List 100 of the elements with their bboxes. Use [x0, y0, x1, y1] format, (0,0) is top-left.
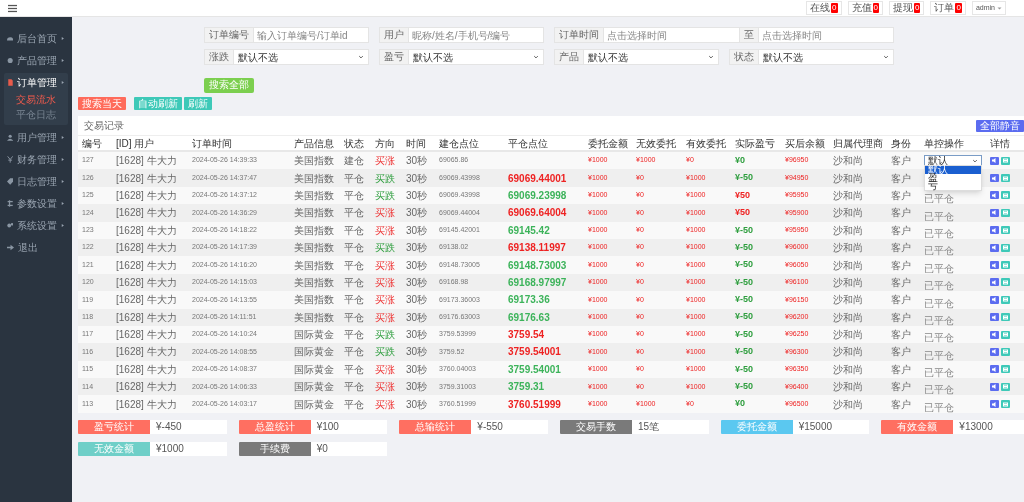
- header-button[interactable]: 全部静音: [976, 119, 1024, 132]
- field-label: 盈亏: [379, 49, 409, 65]
- dropdown-option[interactable]: 亏: [925, 182, 981, 191]
- dropdown-option[interactable]: 盈: [925, 174, 981, 183]
- sidebar-item[interactable]: 订单管理: [4, 73, 68, 92]
- table-cell-text: 平仓: [344, 397, 365, 412]
- submenu-item[interactable]: 交易流水: [4, 92, 68, 107]
- table-cell-text: 平仓: [344, 188, 365, 203]
- table-cell-text: 美国指数: [294, 223, 335, 238]
- select-field[interactable]: 默认不选: [234, 49, 369, 65]
- play-button[interactable]: [990, 400, 999, 409]
- play-button[interactable]: [990, 261, 999, 270]
- table-cell-text: 69176.63: [508, 310, 551, 325]
- counter-button[interactable]: 订单 0: [930, 1, 966, 15]
- play-button[interactable]: [990, 191, 999, 200]
- gears-icon: [7, 222, 14, 229]
- table-cell-text: 买涨: [375, 223, 396, 238]
- speaker-icon: [992, 349, 997, 355]
- play-button[interactable]: [990, 226, 999, 235]
- sliders-icon: [7, 200, 14, 207]
- table-cell-text: 美国指数: [294, 188, 335, 203]
- play-button[interactable]: [990, 278, 999, 287]
- input-field[interactable]: 输入订单编号/订单id: [254, 27, 369, 43]
- sidebar-item[interactable]: 财务管理: [4, 150, 68, 169]
- table-cell-text: 已平仓: [924, 280, 955, 292]
- table-cell-text: 客户: [891, 223, 912, 238]
- list-icon: [1003, 262, 1008, 268]
- table-cell-text: [1628] 牛大力: [116, 362, 178, 377]
- play-button[interactable]: [990, 365, 999, 374]
- play-button[interactable]: [990, 382, 999, 391]
- select-field[interactable]: 默认不选: [409, 49, 544, 65]
- play-button[interactable]: [990, 295, 999, 304]
- input-field[interactable]: 点击选择时间: [604, 27, 740, 43]
- table-cell-text: 沙和尚: [833, 397, 864, 412]
- speaker-icon: [992, 245, 997, 251]
- sidebar-item[interactable]: 参数设置: [4, 194, 68, 213]
- table-cell-text: ¥-50: [735, 275, 754, 289]
- table-cell-text: [1628] 牛大力: [116, 223, 178, 238]
- count-badge: 0: [955, 3, 962, 13]
- caret-icon: [358, 54, 364, 60]
- stat-value: ¥-450: [150, 419, 227, 434]
- list-icon: [1003, 210, 1008, 216]
- table-cell-text: 沙和尚: [833, 362, 864, 377]
- table-cell-text: [1628] 牛大力: [116, 188, 178, 203]
- stat-value: ¥1000: [150, 441, 227, 456]
- select-field[interactable]: 默认不选: [759, 49, 894, 65]
- table-cell-text: 平仓: [344, 380, 365, 395]
- table-cell-text: 平仓: [344, 328, 365, 343]
- stat-label: 手续费: [238, 441, 311, 456]
- action-button[interactable]: 搜索当天: [78, 97, 126, 110]
- table-cell-text: 沙和尚: [833, 188, 864, 203]
- table-cell-text: 买涨: [375, 397, 396, 412]
- table-cell-text: 69069.64004: [508, 206, 568, 221]
- play-button[interactable]: [990, 243, 999, 252]
- sidebar-item[interactable]: 系统设置: [4, 216, 68, 235]
- table-cell-text: 建仓: [344, 154, 365, 169]
- table-cell-text: ¥-50: [735, 293, 754, 307]
- count-badge: 0: [831, 3, 838, 13]
- sidebar-item[interactable]: 用户管理: [4, 128, 68, 147]
- stat-label: 总输统计: [399, 419, 472, 434]
- play-button[interactable]: [990, 208, 999, 217]
- caret-right-icon: [61, 157, 65, 162]
- caret-icon: [883, 54, 889, 60]
- caret-icon: [972, 157, 978, 164]
- table-cell-text: 客户: [891, 206, 912, 221]
- table-cell-text: 平仓: [344, 293, 365, 308]
- input-field[interactable]: 昵称/姓名/手机号/编号: [409, 27, 544, 43]
- table-cell-text: ¥-50: [735, 223, 754, 237]
- table-cell-text: 客户: [891, 380, 912, 395]
- table-cell-text: 已平仓: [924, 297, 955, 309]
- sidebar-item[interactable]: 日志管理: [4, 172, 68, 191]
- currency-icon: [7, 156, 14, 163]
- select-field[interactable]: 默认不选: [584, 49, 719, 65]
- table-cell-text: 美国指数: [294, 241, 335, 256]
- table-cell-text: 国际黄金: [294, 380, 335, 395]
- table-cell-text: ¥-50: [735, 240, 754, 254]
- sidebar-item[interactable]: 后台首页: [4, 29, 68, 48]
- play-button[interactable]: [990, 313, 999, 322]
- input-field[interactable]: 点击选择时间: [758, 27, 894, 43]
- play-button[interactable]: [990, 330, 999, 339]
- table-cell-text: 沙和尚: [833, 380, 864, 395]
- table-cell-text: [1628] 牛大力: [116, 397, 178, 412]
- select-value: 默认不选: [763, 50, 803, 65]
- sidebar-item[interactable]: 产品管理: [4, 51, 68, 70]
- field-label: 涨跌: [204, 49, 234, 65]
- play-button[interactable]: [990, 348, 999, 356]
- table-cell-text: 30秒: [406, 397, 429, 412]
- play-button[interactable]: [990, 156, 999, 165]
- table-cell-text: [1628] 牛大力: [116, 171, 178, 186]
- sidebar-item[interactable]: 退出: [4, 238, 68, 257]
- counter-button[interactable]: 在线 0: [806, 1, 842, 15]
- dropdown-option[interactable]: 默认: [925, 166, 981, 175]
- table-cell-text: 买涨: [375, 380, 396, 395]
- counter-button[interactable]: 充值 0: [847, 1, 883, 15]
- stat-label: 无效金额: [78, 441, 150, 456]
- play-button[interactable]: [990, 174, 999, 183]
- counter-button[interactable]: 提现 0: [889, 1, 925, 15]
- table-cell-text: 30秒: [406, 275, 429, 290]
- table-cell-text: [1628] 牛大力: [116, 206, 178, 221]
- speaker-icon: [992, 401, 997, 407]
